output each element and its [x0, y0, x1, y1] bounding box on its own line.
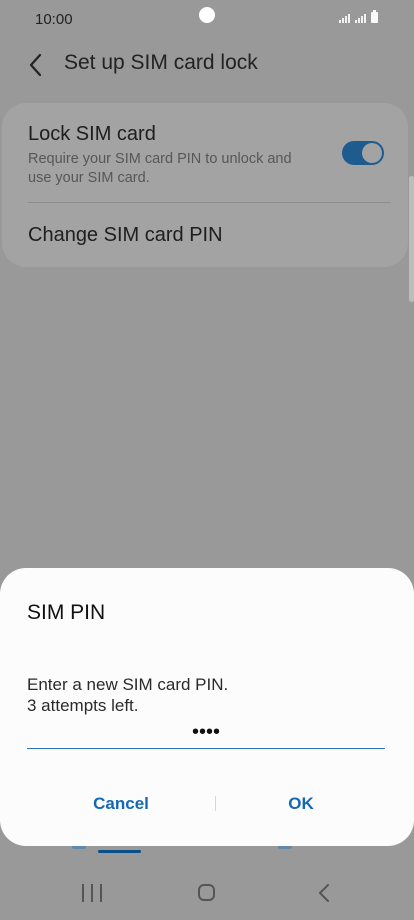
- toggle-knob: [362, 143, 382, 163]
- chevron-left-icon: [319, 884, 329, 902]
- ok-button[interactable]: OK: [236, 790, 366, 818]
- status-icons: [339, 10, 378, 23]
- scrollbar[interactable]: [409, 176, 414, 302]
- back-button[interactable]: [22, 50, 52, 80]
- status-time: 10:00: [35, 11, 73, 28]
- app-header: Set up SIM card lock: [0, 40, 414, 88]
- lock-sim-description: Require your SIM card PIN to unlock and …: [28, 151, 292, 186]
- button-divider: [215, 796, 216, 811]
- change-sim-pin-item[interactable]: Change SIM card PIN: [28, 224, 223, 247]
- lock-sim-title: Lock SIM card: [28, 123, 156, 145]
- settings-card: Lock SIM card Require your SIM card PIN …: [2, 103, 408, 267]
- dialog-title: SIM PIN: [27, 601, 106, 624]
- battery-icon: [371, 10, 378, 23]
- signal-icon: [339, 13, 350, 23]
- recent-apps-icon[interactable]: [82, 884, 102, 902]
- row-divider: [28, 202, 391, 203]
- cancel-button[interactable]: Cancel: [56, 790, 186, 818]
- lock-sim-toggle[interactable]: [342, 141, 384, 165]
- attempts-left-text: 3 attempts left.: [27, 696, 139, 715]
- pin-input[interactable]: [27, 716, 385, 749]
- status-bar: 10:00: [0, 0, 414, 40]
- navigation-bar: [0, 862, 414, 920]
- home-icon[interactable]: [198, 884, 215, 901]
- dialog-message: Enter a new SIM card PIN.: [27, 675, 229, 694]
- camera-cutout: [199, 7, 215, 23]
- back-icon[interactable]: [314, 882, 334, 904]
- signal-icon: [355, 13, 366, 23]
- background-peek: [98, 850, 141, 853]
- page-title: Set up SIM card lock: [64, 51, 258, 74]
- chevron-left-icon: [29, 53, 42, 77]
- sim-pin-dialog: SIM PIN Enter a new SIM card PIN. 3 atte…: [0, 568, 414, 846]
